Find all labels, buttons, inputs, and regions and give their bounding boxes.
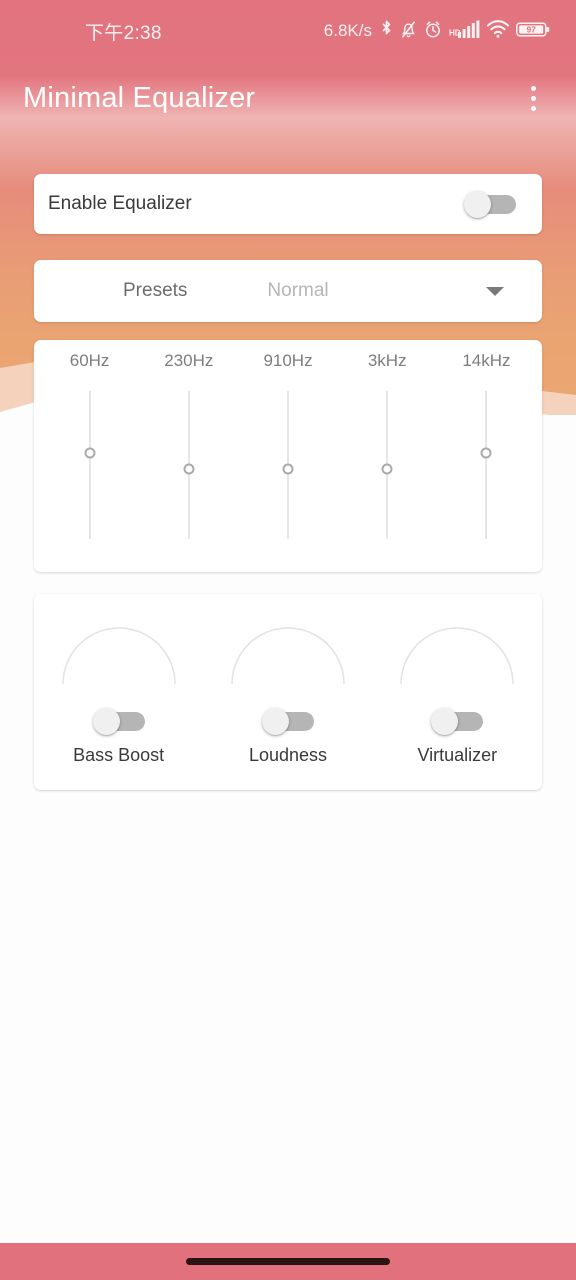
menu-dot bbox=[530, 85, 536, 91]
bass-boost-knob[interactable] bbox=[59, 622, 179, 685]
equalizer-sliders bbox=[34, 371, 542, 556]
presets-card[interactable]: Presets Normal bbox=[34, 260, 542, 322]
virtualizer-label: Virtualizer bbox=[417, 745, 498, 765]
loudness-label: Loudness bbox=[248, 745, 328, 765]
eq-slider-910hz[interactable] bbox=[238, 371, 337, 556]
virtualizer-knob[interactable] bbox=[397, 622, 517, 685]
eq-band-label-910hz: 910Hz bbox=[263, 351, 313, 370]
eq-slider-track bbox=[485, 391, 488, 539]
home-indicator[interactable] bbox=[186, 1258, 390, 1265]
enable-equalizer-card: Enable Equalizer bbox=[34, 174, 542, 234]
loudness-toggle[interactable] bbox=[261, 708, 314, 735]
eq-slider-thumb[interactable] bbox=[282, 463, 294, 475]
effect-loudness: Loudness bbox=[203, 622, 372, 790]
menu-dot bbox=[530, 105, 536, 111]
toggle-thumb bbox=[261, 708, 289, 735]
eq-band-label-230hz: 230Hz bbox=[164, 351, 214, 370]
loudness-knob[interactable] bbox=[228, 622, 348, 685]
bass-boost-toggle[interactable] bbox=[92, 708, 145, 735]
status-bar-icons: 6.8K/s HD 97 bbox=[324, 20, 550, 43]
page-title: Minimal Equalizer bbox=[23, 81, 256, 114]
eq-slider-track bbox=[88, 391, 91, 539]
eq-slider-3khz[interactable] bbox=[338, 371, 437, 556]
bass-boost-label: Bass Boost bbox=[73, 745, 165, 765]
eq-slider-thumb[interactable] bbox=[183, 463, 195, 475]
toggle-thumb bbox=[464, 191, 491, 218]
enable-equalizer-label: Enable Equalizer bbox=[48, 193, 192, 214]
menu-dot bbox=[530, 95, 536, 101]
enable-equalizer-toggle[interactable] bbox=[464, 191, 516, 218]
eq-band-label-3khz: 3kHz bbox=[367, 351, 407, 370]
signal-bars-icon bbox=[458, 20, 480, 42]
wifi-icon bbox=[486, 20, 510, 42]
status-bar-time: 下午2:38 bbox=[85, 22, 162, 44]
network-speed-text: 6.8K/s bbox=[323, 21, 372, 40]
system-navigation-bar bbox=[0, 1243, 576, 1280]
effects-row: Bass Boost Loudness Virtualizer bbox=[34, 594, 542, 790]
alarm-icon bbox=[424, 20, 442, 43]
effects-card: Bass Boost Loudness Virtualizer bbox=[34, 594, 542, 790]
battery-level-text: 97 bbox=[527, 25, 537, 34]
toggle-thumb bbox=[92, 708, 120, 735]
eq-slider-230hz[interactable] bbox=[139, 371, 238, 556]
battery-icon: 97 bbox=[516, 21, 550, 42]
effect-virtualizer: Virtualizer bbox=[373, 622, 542, 790]
overflow-menu-icon[interactable] bbox=[518, 81, 548, 115]
equalizer-band-labels: 60Hz 230Hz 910Hz 3kHz 14kHz bbox=[34, 340, 542, 371]
presets-selected-value: Normal bbox=[267, 280, 329, 301]
app-bar: Minimal Equalizer bbox=[0, 62, 576, 134]
presets-label: Presets bbox=[123, 280, 188, 301]
eq-slider-thumb[interactable] bbox=[381, 463, 393, 475]
effect-bass-boost: Bass Boost bbox=[34, 622, 203, 790]
eq-slider-thumb[interactable] bbox=[84, 447, 96, 459]
equalizer-card: 60Hz 230Hz 910Hz 3kHz 14kHz bbox=[34, 340, 542, 572]
eq-slider-14khz[interactable] bbox=[437, 371, 536, 556]
bluetooth-icon bbox=[380, 20, 393, 43]
bell-muted-icon bbox=[400, 20, 417, 43]
status-bar: 下午2:38 6.8K/s HD 97 bbox=[0, 0, 576, 62]
eq-slider-thumb[interactable] bbox=[480, 447, 492, 459]
eq-band-label-14khz: 14kHz bbox=[462, 351, 511, 370]
virtualizer-toggle[interactable] bbox=[431, 708, 484, 735]
eq-slider-60hz[interactable] bbox=[40, 371, 139, 556]
eq-band-label-60hz: 60Hz bbox=[69, 351, 110, 370]
chevron-down-icon[interactable] bbox=[486, 286, 504, 296]
